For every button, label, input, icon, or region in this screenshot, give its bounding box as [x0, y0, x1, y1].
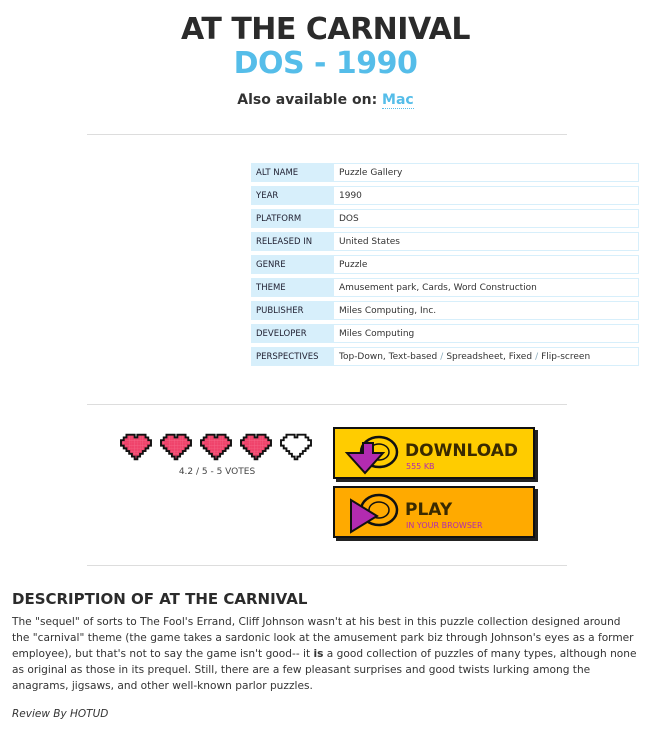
info-key: PERSPECTIVES — [251, 347, 333, 366]
info-row: GENRE Puzzle — [251, 255, 639, 274]
info-value: Miles Computing, Inc. — [333, 301, 639, 320]
description-bold: is — [313, 648, 324, 660]
also-available-mac-link[interactable]: Mac — [382, 92, 414, 109]
game-info-table: ALT NAME Puzzle Gallery YEAR 1990 PLATFORM DO… — [251, 159, 639, 370]
download-icon — [344, 435, 399, 475]
divider — [87, 565, 567, 566]
separator: / — [535, 351, 539, 362]
description-heading: DESCRIPTION OF AT THE CARNIVAL — [12, 590, 308, 608]
rating-hearts — [117, 432, 315, 462]
info-row: YEAR 1990 — [251, 186, 639, 205]
info-key: ALT NAME — [251, 163, 333, 182]
info-value: Puzzle Gallery — [333, 163, 639, 182]
also-available-label: Also available on: — [237, 92, 378, 108]
heart-filled-icon — [160, 433, 192, 461]
play-label: PLAY — [405, 500, 453, 520]
info-value: United States — [333, 232, 639, 251]
divider — [87, 404, 567, 405]
description-text: The "sequel" of sorts to The Fool's Erra… — [12, 614, 640, 694]
also-available: Also available on: Mac — [0, 92, 651, 109]
info-row: ALT NAME Puzzle Gallery — [251, 163, 639, 182]
info-key: GENRE — [251, 255, 333, 274]
info-key: THEME — [251, 278, 333, 297]
info-row: THEME Amusement park, Cards, Word Constru… — [251, 278, 639, 297]
download-button[interactable]: DOWNLOAD 555 KB — [333, 427, 535, 479]
play-button[interactable]: PLAY IN YOUR BROWSER — [333, 486, 535, 538]
platform-year-subtitle: DOS - 1990 — [233, 46, 418, 81]
play-icon — [350, 493, 399, 534]
info-key: DEVELOPER — [251, 324, 333, 343]
heart-filled-icon — [200, 433, 232, 461]
rating-votes-text: 4.2 / 5 - 5 VOTES — [178, 467, 256, 477]
info-key: PLATFORM — [251, 209, 333, 228]
perspective-item: Flip-screen — [541, 351, 591, 362]
info-row: PUBLISHER Miles Computing, Inc. — [251, 301, 639, 320]
info-key: YEAR — [251, 186, 333, 205]
info-value: Top-Down, Text-based / Spreadsheet, Fixed /… — [333, 347, 639, 366]
info-row: PLATFORM DOS — [251, 209, 639, 228]
info-value: DOS — [333, 209, 639, 228]
review-credit: Review By HOTUD — [12, 708, 109, 720]
info-row: PERSPECTIVES Top-Down, Text-based / Spreads… — [251, 347, 639, 366]
heart-filled-icon — [240, 433, 272, 461]
info-value: 1990 — [333, 186, 639, 205]
perspective-item: Spreadsheet, Fixed — [446, 351, 533, 362]
divider — [87, 134, 567, 135]
info-row: DEVELOPER Miles Computing — [251, 324, 639, 343]
play-sub: IN YOUR BROWSER — [406, 521, 483, 530]
info-key: PUBLISHER — [251, 301, 333, 320]
separator: / — [440, 351, 444, 362]
game-title: AT THE CARNIVAL — [181, 12, 470, 47]
heart-filled-icon — [120, 433, 152, 461]
info-row: RELEASED IN United States — [251, 232, 639, 251]
download-size: 555 KB — [406, 462, 435, 471]
perspective-item: Top-Down, Text-based — [339, 351, 438, 362]
info-value: Puzzle — [333, 255, 639, 274]
heart-empty-icon — [280, 433, 312, 461]
info-key: RELEASED IN — [251, 232, 333, 251]
info-value: Amusement park, Cards, Word Construction — [333, 278, 639, 297]
info-value: Miles Computing — [333, 324, 639, 343]
download-label: DOWNLOAD — [405, 441, 519, 461]
